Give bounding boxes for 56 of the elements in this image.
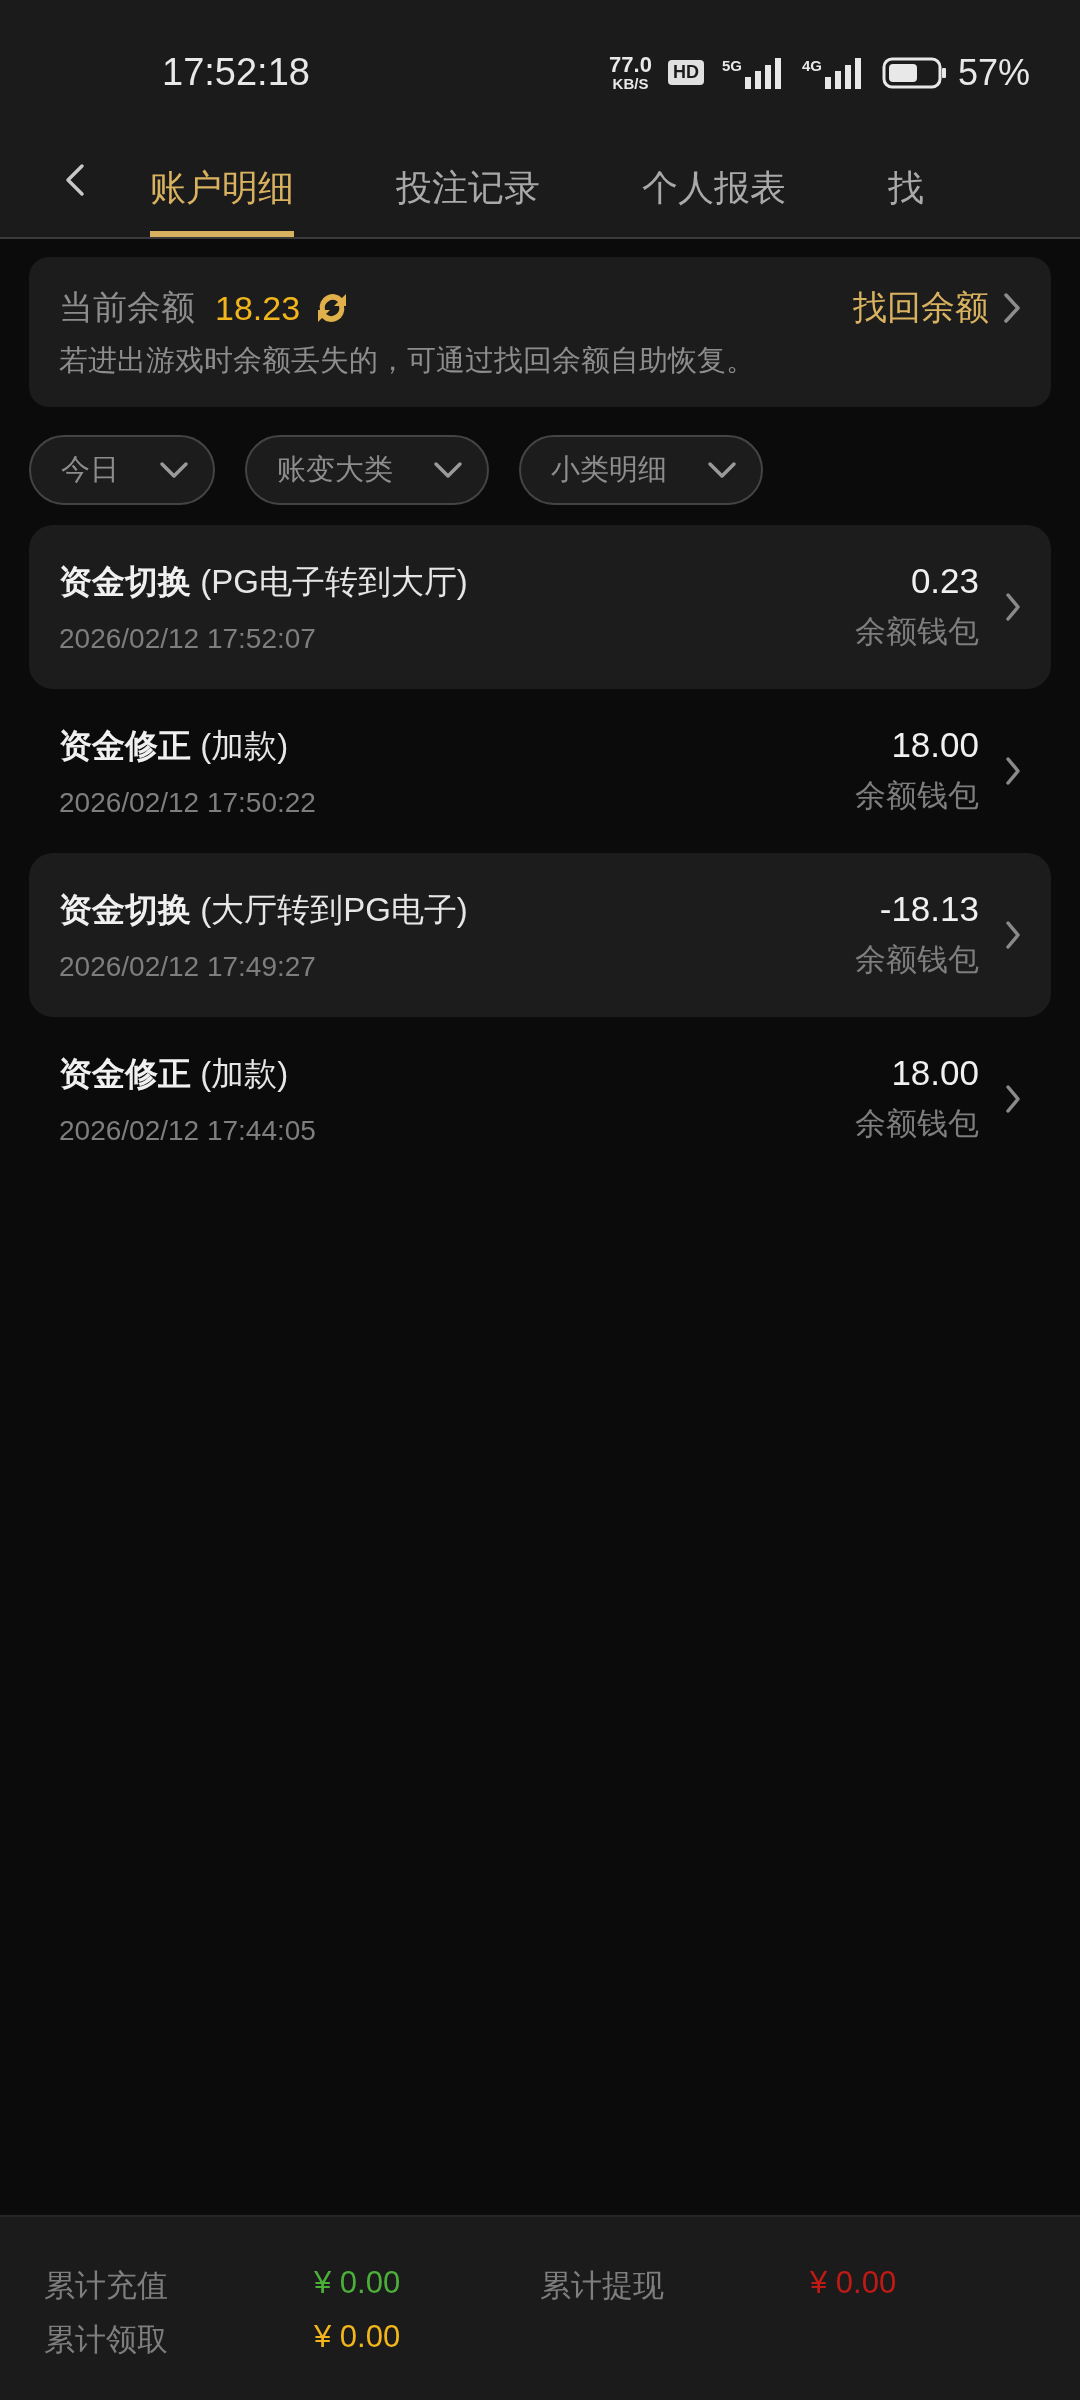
- wallet-label: 余额钱包: [855, 613, 979, 651]
- record-row[interactable]: 资金切换 (大厅转到PG电子) 2026/02/12 17:49:27 -18.13 余额钱包: [29, 853, 1051, 1017]
- tab[interactable]: 账户明细: [150, 145, 294, 237]
- back-icon: [64, 162, 86, 197]
- record-amount: 18.00: [890, 1053, 979, 1093]
- chevron-down-icon: [707, 461, 737, 479]
- tab[interactable]: 找: [888, 145, 924, 237]
- total-label: 累计领取: [44, 2321, 169, 2359]
- record-time: 2026/02/12 17:49:27: [59, 950, 317, 983]
- filter-dropdown[interactable]: 账变大类: [245, 435, 489, 505]
- record-row[interactable]: 资金修正 (加款) 2026/02/12 17:44:05 18.00 余额钱包: [29, 1017, 1051, 1181]
- chevron-down-icon: [159, 461, 189, 479]
- record-row[interactable]: 资金修正 (加款) 2026/02/12 17:50:22 18.00 余额钱包: [29, 689, 1051, 853]
- tab[interactable]: 个人报表: [642, 145, 786, 237]
- signal-icon: [743, 56, 784, 89]
- record-amount: -18.13: [878, 889, 979, 929]
- hd-badge: HD: [667, 60, 704, 85]
- total-label: 累计充值: [44, 2267, 169, 2305]
- record-time: 2026/02/12 17:52:07: [59, 622, 317, 655]
- network-speed: 77.0: [609, 54, 652, 76]
- network-unit: KB/S: [612, 76, 649, 91]
- total-value: ¥ 0.00: [810, 2265, 898, 2302]
- record-amount: 0.23: [909, 561, 979, 601]
- total-value: ¥ 0.00: [314, 2319, 402, 2356]
- chevron-right-icon: [1005, 1084, 1021, 1114]
- clock: 17:52:18: [162, 51, 311, 94]
- total-label: 累计提现: [540, 2267, 665, 2305]
- filter-dropdown[interactable]: 小类明细: [519, 435, 763, 505]
- network-type: 4G: [801, 56, 822, 74]
- wallet-label: 余额钱包: [855, 941, 979, 979]
- record-title: 资金修正 (加款): [59, 725, 290, 766]
- hint-text: 若进出游戏时余额丢失的，可通过找回余额自助恢复。: [59, 343, 756, 378]
- record-row[interactable]: 资金切换 (PG电子转到大厅) 2026/02/12 17:52:07 0.23 余额钱包: [29, 525, 1051, 689]
- wallet-label: 余额钱包: [855, 1105, 979, 1143]
- total-value: ¥ 0.00: [314, 2265, 402, 2302]
- record-title: 资金修正 (加款): [59, 1053, 290, 1094]
- wallet-label: 余额钱包: [855, 777, 979, 815]
- record-time: 2026/02/12 17:50:22: [59, 786, 317, 819]
- battery-percent: 57%: [957, 51, 1030, 94]
- chevron-right-icon: [1005, 920, 1021, 950]
- record-time: 2026/02/12 17:44:05: [59, 1114, 317, 1147]
- record-title: 资金切换 (PG电子转到大厅): [59, 561, 469, 602]
- chevron-right-icon: [1005, 592, 1021, 622]
- balance-amount: 18.23: [215, 288, 301, 328]
- chevron-down-icon: [433, 461, 463, 479]
- recover-balance-link[interactable]: 找回余额: [853, 285, 1021, 331]
- chevron-right-icon: [1003, 292, 1021, 324]
- chevron-right-icon: [1005, 756, 1021, 786]
- balance-label: 当前余额: [59, 287, 195, 328]
- filter-dropdown[interactable]: 今日: [29, 435, 215, 505]
- battery-icon: [881, 56, 948, 89]
- tab[interactable]: 投注记录: [396, 145, 540, 237]
- network-type: 5G: [721, 56, 742, 74]
- record-amount: 18.00: [890, 725, 979, 765]
- signal-icon: [823, 56, 864, 89]
- record-title: 资金切换 (大厅转到PG电子): [59, 889, 469, 930]
